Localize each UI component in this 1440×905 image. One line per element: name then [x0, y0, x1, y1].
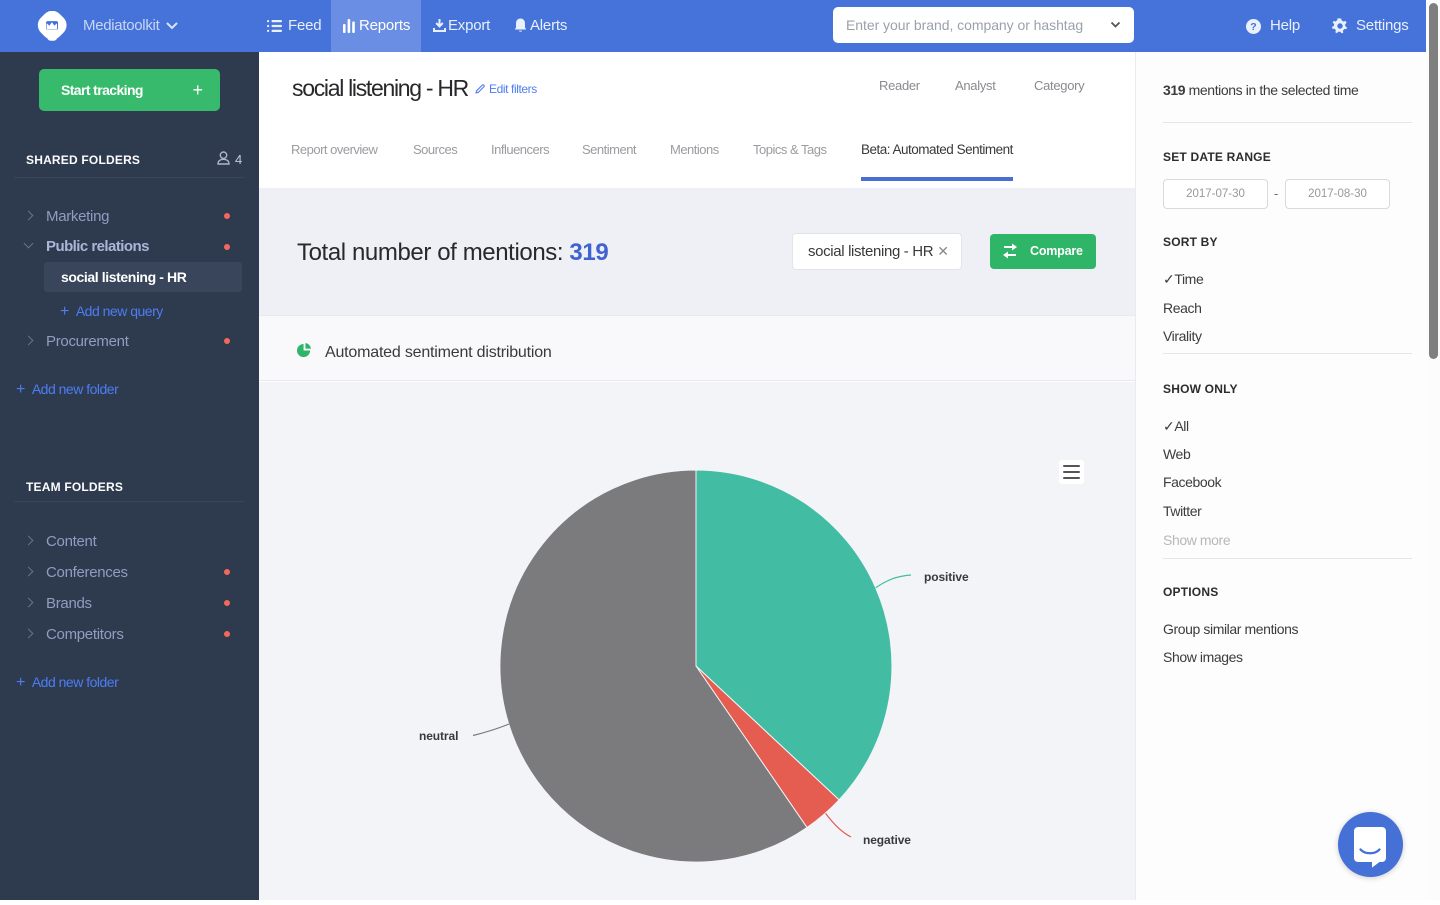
svg-text:?: ?	[1250, 21, 1256, 33]
